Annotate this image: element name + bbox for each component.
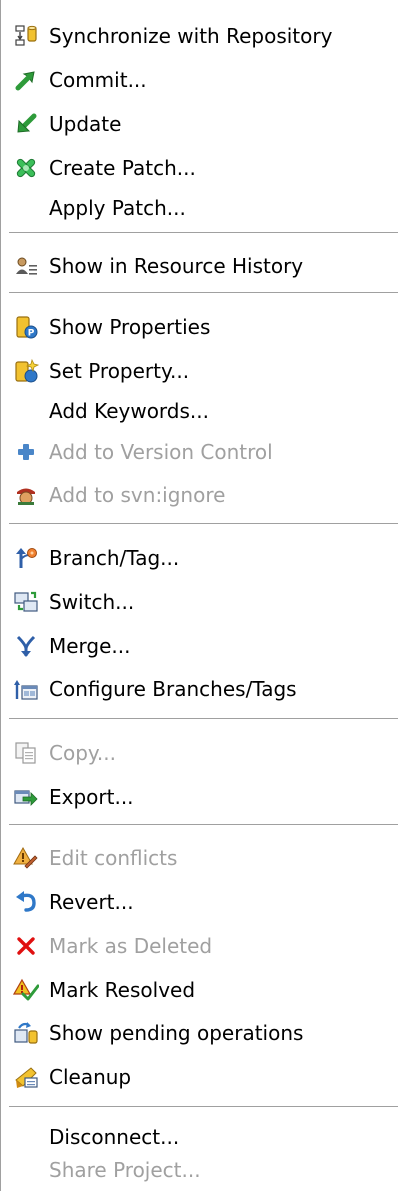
menu-item-commit[interactable]: Commit... [9, 61, 392, 99]
synchronize-icon [13, 23, 39, 49]
menu-item-show-properties[interactable]: P Show Properties [9, 308, 392, 346]
menu-item-edit-conflicts[interactable]: Edit conflicts [9, 839, 392, 877]
menu-item-label: Apply Patch... [49, 196, 186, 220]
svg-text:P: P [28, 329, 35, 339]
menu-item-export[interactable]: Export... [9, 778, 392, 816]
update-arrow-icon [13, 111, 39, 137]
menu-item-show-pending-operations[interactable]: Show pending operations [9, 1014, 392, 1052]
menu-separator [9, 523, 398, 525]
menu-item-label: Commit... [49, 68, 147, 92]
branch-tag-icon [13, 545, 39, 571]
menu-item-label: Share Project... [49, 1158, 201, 1182]
menu-item-apply-patch[interactable]: Apply Patch... [9, 189, 392, 227]
menu-item-share-project[interactable]: Share Project... [9, 1151, 392, 1189]
configure-branches-icon [13, 676, 39, 702]
cleanup-icon [13, 1064, 39, 1090]
menu-separator [9, 232, 398, 234]
pending-operations-icon [13, 1020, 39, 1046]
show-properties-icon: P [13, 314, 39, 340]
svn-ignore-icon [13, 482, 39, 508]
menu-item-create-patch[interactable]: Create Patch... [9, 149, 392, 187]
menu-item-label: Update [49, 112, 122, 136]
menu-item-label: Mark as Deleted [49, 934, 213, 958]
menu-item-label: Copy... [49, 741, 116, 765]
menu-item-set-property[interactable]: Set Property... [9, 352, 392, 390]
menu-item-update[interactable]: Update [9, 105, 392, 143]
menu-item-revert[interactable]: Revert... [9, 883, 392, 921]
menu-item-label: Add to Version Control [49, 440, 273, 464]
menu-item-label: Configure Branches/Tags [49, 677, 297, 701]
menu-item-label: Merge... [49, 634, 131, 658]
menu-item-merge[interactable]: Merge... [9, 627, 392, 665]
menu-item-label: Set Property... [49, 359, 190, 383]
menu-item-add-to-svn-ignore[interactable]: Add to svn:ignore [9, 476, 392, 514]
menu-item-label: Add Keywords... [49, 399, 209, 423]
menu-item-label: Mark Resolved [49, 978, 196, 1002]
add-plus-icon [13, 439, 39, 465]
menu-separator [9, 1106, 398, 1108]
context-menu: Synchronize with Repository Commit... Up… [0, 0, 400, 1191]
menu-item-show-resource-history[interactable]: Show in Resource History [9, 247, 392, 285]
menu-item-label: Edit conflicts [49, 846, 178, 870]
menu-separator [9, 718, 398, 720]
menu-item-label: Synchronize with Repository [49, 24, 333, 48]
create-patch-icon [13, 155, 39, 181]
commit-arrow-icon [13, 67, 39, 93]
menu-item-label: Revert... [49, 890, 134, 914]
switch-icon [13, 589, 39, 615]
menu-item-label: Create Patch... [49, 156, 196, 180]
mark-resolved-icon [13, 977, 39, 1003]
menu-separator [9, 292, 398, 294]
set-property-icon [13, 358, 39, 384]
export-icon [13, 784, 39, 810]
menu-item-mark-resolved[interactable]: Mark Resolved [9, 971, 392, 1009]
menu-item-branch-tag[interactable]: Branch/Tag... [9, 539, 392, 577]
copy-icon [13, 740, 39, 766]
edit-conflicts-icon [13, 845, 39, 871]
menu-item-mark-as-deleted[interactable]: Mark as Deleted [9, 927, 392, 965]
resource-history-icon [13, 253, 39, 279]
revert-icon [13, 889, 39, 915]
menu-item-label: Branch/Tag... [49, 546, 180, 570]
menu-item-label: Show in Resource History [49, 254, 304, 278]
menu-item-label: Show Properties [49, 315, 211, 339]
menu-item-cleanup[interactable]: Cleanup [9, 1058, 392, 1096]
menu-item-configure-branches-tags[interactable]: Configure Branches/Tags [9, 670, 392, 708]
menu-item-copy[interactable]: Copy... [9, 734, 392, 772]
menu-item-label: Disconnect... [49, 1125, 180, 1149]
menu-separator [9, 824, 398, 826]
menu-item-label: Switch... [49, 590, 135, 614]
merge-icon [13, 633, 39, 659]
menu-item-label: Show pending operations [49, 1021, 304, 1045]
menu-item-add-to-version-control[interactable]: Add to Version Control [9, 433, 392, 471]
menu-item-label: Add to svn:ignore [49, 483, 226, 507]
menu-item-synchronize[interactable]: Synchronize with Repository [9, 17, 392, 55]
menu-item-label: Cleanup [49, 1065, 132, 1089]
menu-item-add-keywords[interactable]: Add Keywords... [9, 392, 392, 430]
delete-x-icon [13, 933, 39, 959]
menu-item-switch[interactable]: Switch... [9, 583, 392, 621]
menu-item-label: Export... [49, 785, 134, 809]
